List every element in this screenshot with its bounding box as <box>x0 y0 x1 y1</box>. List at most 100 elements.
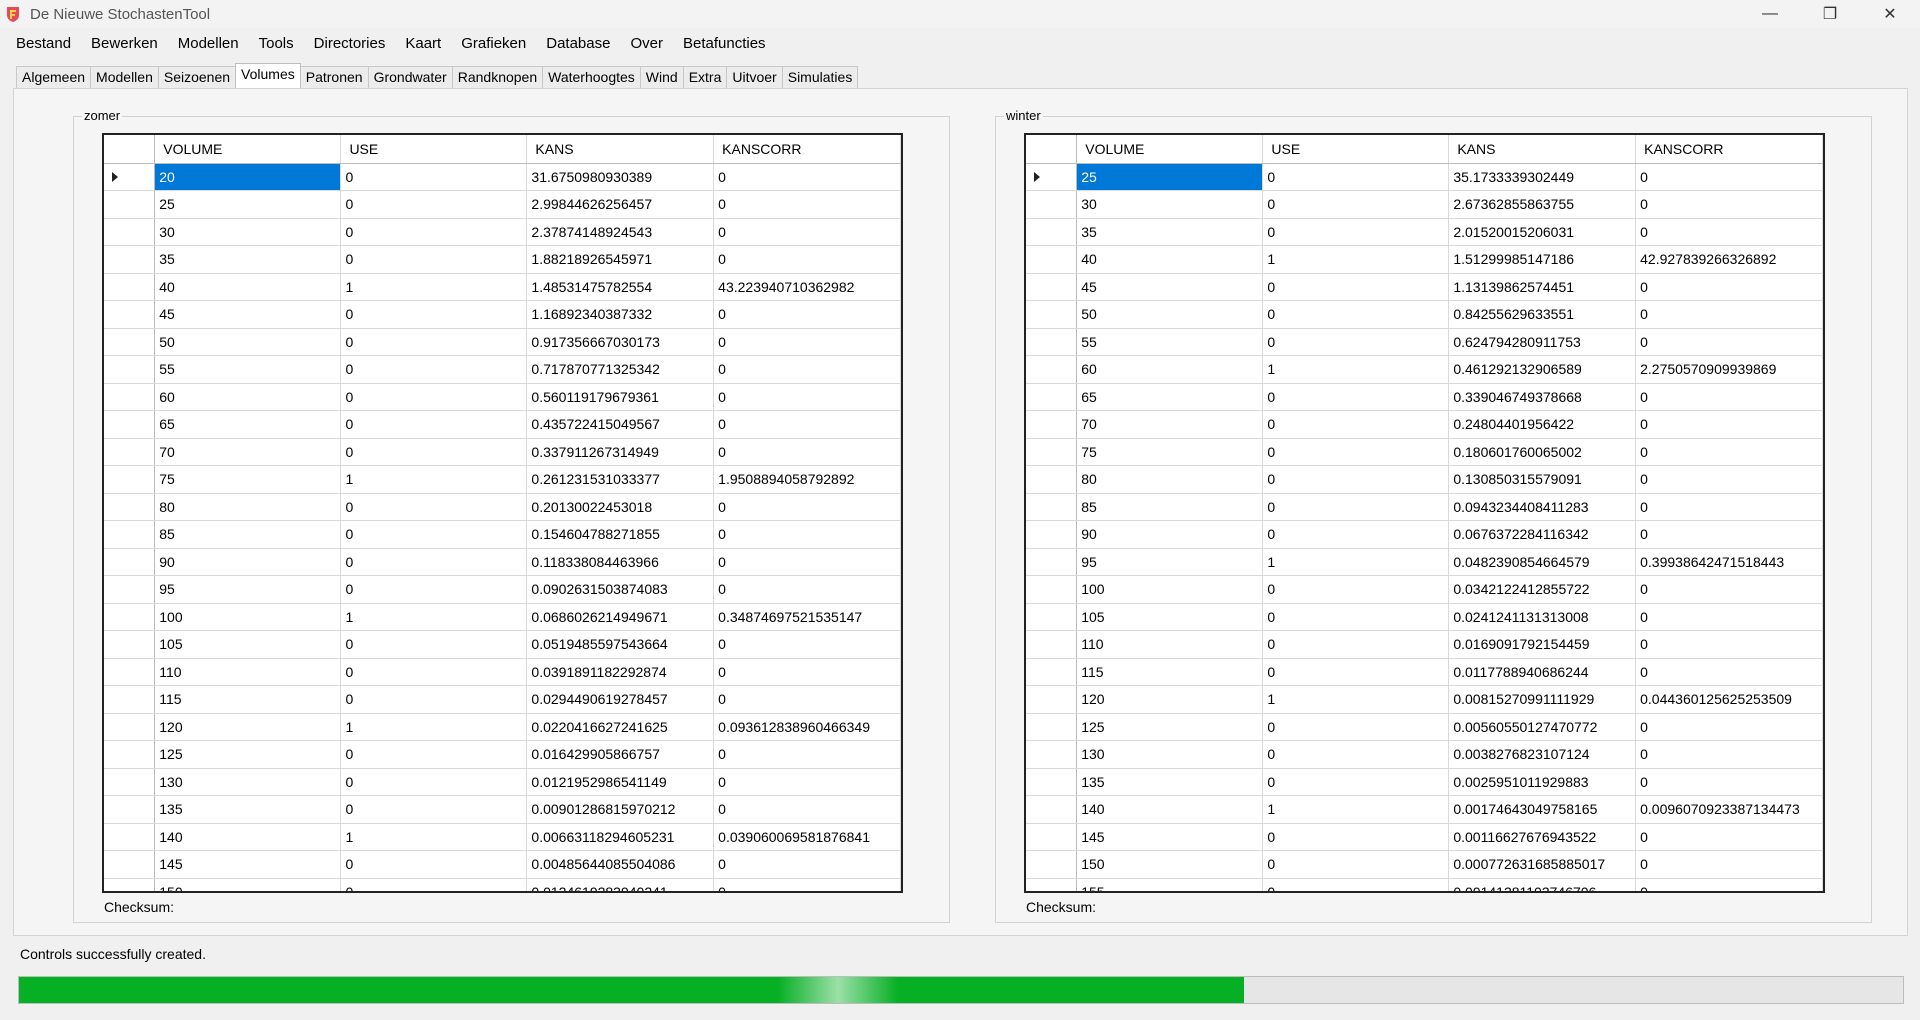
kans-cell[interactable]: 2.67362855863755 <box>1448 190 1637 219</box>
row-header[interactable] <box>1026 603 1078 631</box>
volume-cell[interactable]: 105 <box>154 630 342 659</box>
menu-betafuncties[interactable]: Betafuncties <box>673 33 776 55</box>
table-row[interactable]: 20 0 31.6750980930389 0 <box>104 163 901 191</box>
volume-cell[interactable]: 55 <box>1076 328 1264 356</box>
kanscorr-cell[interactable]: 0 <box>1635 410 1823 439</box>
use-cell[interactable]: 1 <box>340 603 528 631</box>
use-cell[interactable]: 0 <box>1262 328 1450 356</box>
row-header[interactable] <box>104 768 156 796</box>
use-cell[interactable]: 0 <box>1262 190 1450 219</box>
use-cell[interactable]: 1 <box>340 465 528 494</box>
kanscorr-cell[interactable]: 0 <box>713 328 901 356</box>
volume-cell[interactable]: 150 <box>154 878 342 891</box>
table-row[interactable]: 60 0 0.560119179679361 0 <box>104 383 901 411</box>
kanscorr-cell[interactable]: 0 <box>713 355 901 384</box>
row-header[interactable] <box>104 465 156 494</box>
row-header[interactable] <box>104 548 156 576</box>
volume-cell[interactable]: 110 <box>1076 630 1264 659</box>
kanscorr-cell[interactable]: 0 <box>1635 575 1823 604</box>
use-cell[interactable]: 0 <box>340 328 528 356</box>
tab-volumes[interactable]: Volumes <box>235 63 301 88</box>
table-row[interactable]: 145 0 0.00485644085504086 0 <box>104 850 901 879</box>
column-header-kanscorr[interactable]: KANSCORR <box>1635 135 1823 164</box>
table-row[interactable]: 30 0 2.37874148924543 0 <box>104 218 901 246</box>
table-row[interactable]: 70 0 0.337911267314949 0 <box>104 438 901 466</box>
kanscorr-cell[interactable]: 2.2750570909939869 <box>1635 355 1823 384</box>
column-header-use[interactable]: USE <box>340 135 528 164</box>
row-header[interactable] <box>1026 658 1078 686</box>
volume-cell[interactable]: 80 <box>154 493 342 521</box>
use-cell[interactable]: 0 <box>340 575 528 604</box>
kanscorr-cell[interactable]: 0 <box>1635 163 1823 191</box>
volume-cell[interactable]: 75 <box>1076 438 1264 466</box>
volume-cell[interactable]: 45 <box>154 300 342 329</box>
table-row[interactable]: 85 0 0.0943234408411283 0 <box>1026 493 1823 521</box>
table-row[interactable]: 155 0 0.00141281103746706 0 <box>1026 878 1823 891</box>
column-header-kans[interactable]: KANS <box>1448 135 1637 164</box>
row-header[interactable] <box>104 823 156 851</box>
volume-cell[interactable]: 70 <box>154 438 342 466</box>
table-row[interactable]: 135 0 0.0025951011929883 0 <box>1026 768 1823 796</box>
table-row[interactable]: 145 0 0.00116627676943522 0 <box>1026 823 1823 851</box>
kans-cell[interactable]: 0.180601760065002 <box>1448 438 1637 466</box>
kanscorr-cell[interactable]: 0 <box>713 190 901 219</box>
row-header[interactable] <box>104 795 156 824</box>
kans-cell[interactable]: 0.261231531033377 <box>526 465 715 494</box>
use-cell[interactable]: 0 <box>340 740 528 769</box>
use-cell[interactable]: 0 <box>340 493 528 521</box>
row-header[interactable] <box>1026 630 1078 659</box>
kans-cell[interactable]: 0.0943234408411283 <box>1448 493 1637 521</box>
kanscorr-cell[interactable]: 0 <box>1635 878 1823 891</box>
row-header[interactable] <box>1026 548 1078 576</box>
volume-cell[interactable]: 95 <box>154 575 342 604</box>
kans-cell[interactable]: 0.000772631685885017 <box>1448 850 1637 879</box>
table-row[interactable]: 110 0 0.0169091792154459 0 <box>1026 630 1823 659</box>
column-header-volume[interactable]: VOLUME <box>1076 135 1264 164</box>
table-row[interactable]: 65 0 0.435722415049567 0 <box>104 410 901 439</box>
table-row[interactable]: 135 0 0.00901286815970212 0 <box>104 795 901 824</box>
use-cell[interactable]: 0 <box>340 355 528 384</box>
use-cell[interactable]: 0 <box>1262 218 1450 246</box>
table-row[interactable]: 95 1 0.0482390854664579 0.39938642471518443 <box>1026 548 1823 576</box>
kanscorr-cell[interactable]: 0 <box>713 878 901 891</box>
volume-cell[interactable]: 150 <box>1076 850 1264 879</box>
use-cell[interactable]: 0 <box>1262 300 1450 329</box>
kans-cell[interactable]: 0.0169091792154459 <box>1448 630 1637 659</box>
row-header[interactable] <box>1026 850 1078 879</box>
table-row[interactable]: 55 0 0.624794280911753 0 <box>1026 328 1823 356</box>
kanscorr-cell[interactable]: 42.927839266326892 <box>1635 245 1823 274</box>
volume-cell[interactable]: 25 <box>1076 163 1264 191</box>
use-cell[interactable]: 0 <box>340 245 528 274</box>
kans-cell[interactable]: 0.717870771325342 <box>526 355 715 384</box>
column-header-volume[interactable]: VOLUME <box>154 135 342 164</box>
kans-cell[interactable]: 0.0025951011929883 <box>1448 768 1637 796</box>
kanscorr-cell[interactable]: 0 <box>713 685 901 714</box>
row-header[interactable] <box>1026 768 1078 796</box>
use-cell[interactable]: 1 <box>1262 685 1450 714</box>
kanscorr-cell[interactable]: 0.093612838960466349 <box>713 713 901 741</box>
volume-cell[interactable]: 50 <box>1076 300 1264 329</box>
table-row[interactable]: 150 0 0.000772631685885017 0 <box>1026 850 1823 879</box>
use-cell[interactable]: 0 <box>340 548 528 576</box>
table-row[interactable]: 60 1 0.461292132906589 2.2750570909939869 <box>1026 355 1823 384</box>
kans-cell[interactable]: 2.37874148924543 <box>526 218 715 246</box>
table-row[interactable]: 75 1 0.261231531033377 1.9508894058792892 <box>104 465 901 494</box>
kanscorr-cell[interactable]: 0 <box>713 575 901 604</box>
kans-cell[interactable]: 35.1733339302449 <box>1448 163 1637 191</box>
use-cell[interactable]: 0 <box>340 850 528 879</box>
row-header[interactable] <box>104 355 156 384</box>
row-header[interactable] <box>1026 328 1078 356</box>
row-header[interactable] <box>104 658 156 686</box>
use-cell[interactable]: 0 <box>340 300 528 329</box>
menu-directories[interactable]: Directories <box>304 33 396 55</box>
volume-cell[interactable]: 25 <box>154 190 342 219</box>
row-header[interactable] <box>1026 713 1078 741</box>
use-cell[interactable]: 0 <box>1262 658 1450 686</box>
use-cell[interactable]: 0 <box>1262 603 1450 631</box>
kanscorr-cell[interactable]: 0 <box>1635 328 1823 356</box>
kans-cell[interactable]: 0.84255629633551 <box>1448 300 1637 329</box>
menu-grafieken[interactable]: Grafieken <box>451 33 536 55</box>
use-cell[interactable]: 0 <box>340 795 528 824</box>
use-cell[interactable]: 0 <box>1262 823 1450 851</box>
row-header[interactable] <box>104 493 156 521</box>
